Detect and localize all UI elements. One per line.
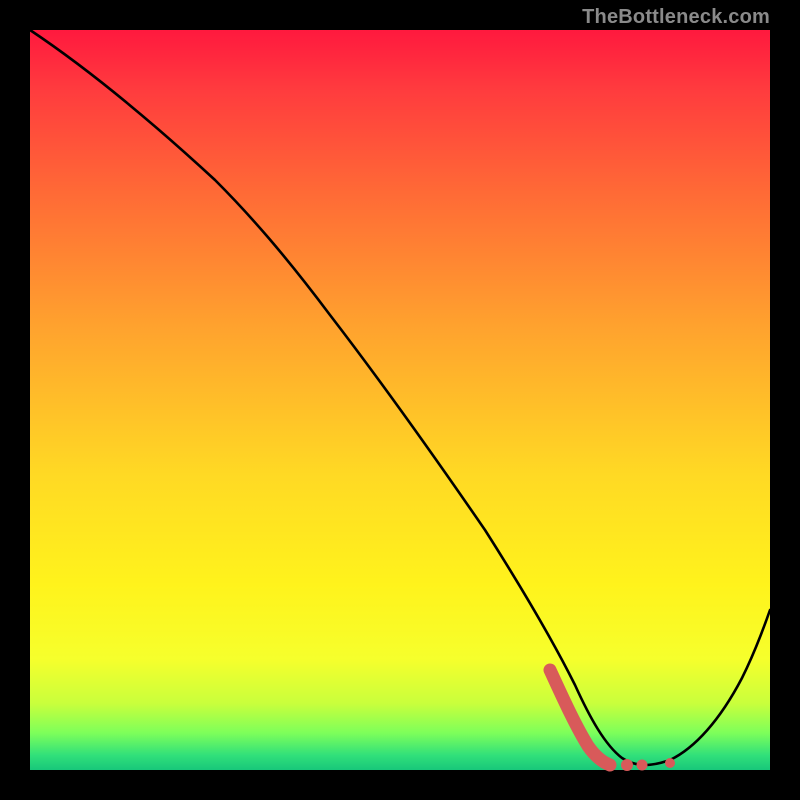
plot-area (30, 30, 770, 770)
chart-frame: TheBottleneck.com (0, 0, 800, 800)
chart-overlay (30, 30, 770, 770)
watermark-text: TheBottleneck.com (582, 6, 770, 29)
bottleneck-curve (30, 30, 770, 765)
optimal-region-segment (550, 670, 610, 765)
